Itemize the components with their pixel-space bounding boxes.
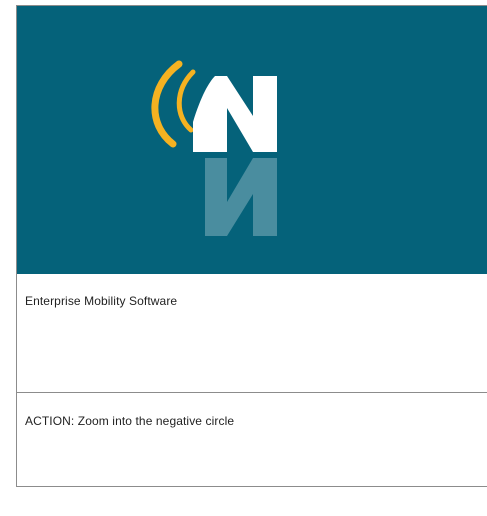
letter-n-reflection-icon: [193, 158, 277, 236]
signal-arc-outer-icon: [151, 60, 183, 148]
wireless-n-logo-icon[interactable]: [143, 58, 283, 248]
slide-card: Enterprise Mobility Software ACTION: Zoo…: [16, 5, 487, 487]
logo-banner: [17, 6, 487, 274]
letter-n-icon: [193, 76, 277, 152]
action-section: ACTION: Zoom into the negative circle: [17, 393, 487, 487]
caption-section: Enterprise Mobility Software: [17, 274, 487, 393]
action-text: ACTION: Zoom into the negative circle: [25, 414, 235, 428]
signal-arc-inner-icon: [176, 69, 196, 133]
caption-text: Enterprise Mobility Software: [25, 294, 178, 308]
